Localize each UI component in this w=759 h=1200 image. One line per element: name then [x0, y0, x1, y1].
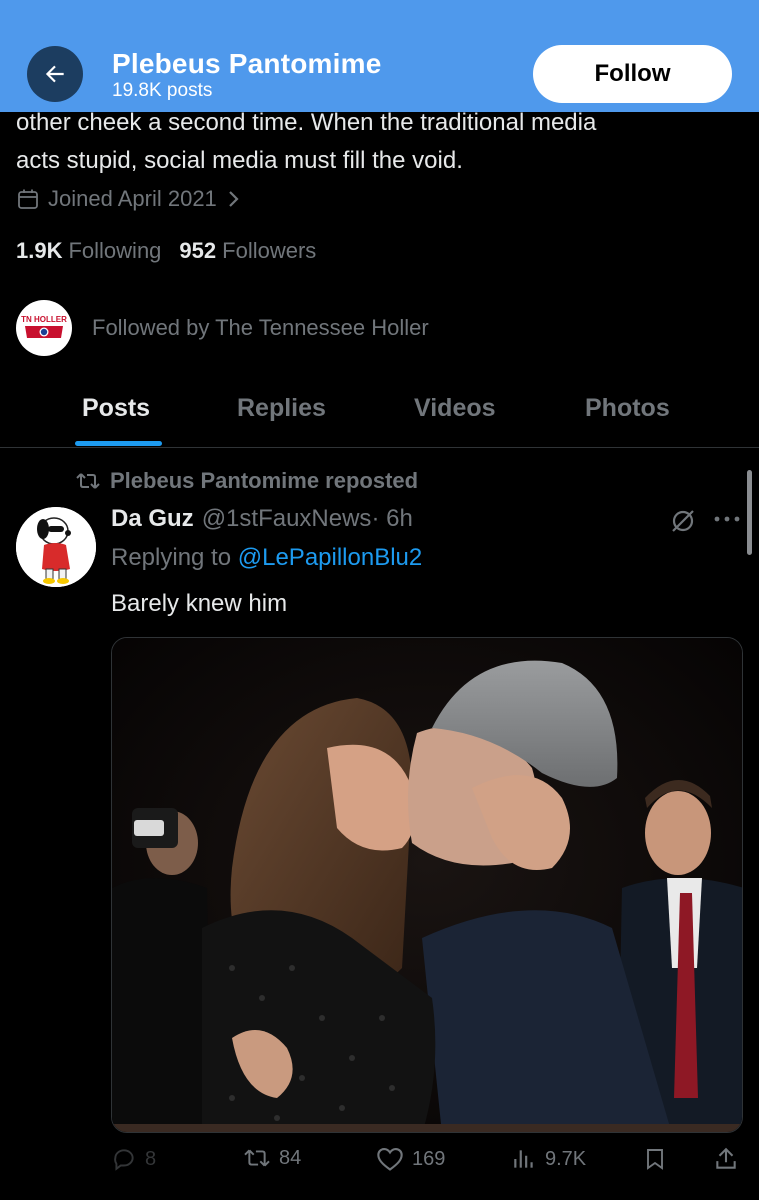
followers-label: Followers — [222, 238, 317, 263]
share-button[interactable] — [713, 1146, 747, 1172]
like-button[interactable]: 169 — [376, 1146, 445, 1172]
repost-icon — [244, 1149, 270, 1167]
followed-by-row[interactable]: TN HOLLER Followed by The Tennessee Holl… — [16, 300, 429, 356]
bookmark-icon — [647, 1149, 663, 1170]
replying-to: Replying to @LePapillonBlu2 — [111, 544, 422, 572]
tab-replies[interactable]: Replies — [237, 394, 326, 423]
views-icon — [514, 1150, 533, 1168]
following-count: 1.9K — [16, 238, 63, 263]
tab-videos[interactable]: Videos — [414, 394, 496, 423]
joined-date-row[interactable]: Joined April 2021 — [16, 186, 249, 212]
share-icon — [716, 1147, 736, 1169]
grok-icon[interactable] — [668, 506, 698, 536]
scrollbar-thumb[interactable] — [747, 470, 752, 555]
following-label: Following — [68, 238, 162, 263]
post-photo[interactable] — [111, 637, 743, 1133]
post-time: · 6h — [371, 505, 413, 532]
repost-icon — [76, 473, 100, 489]
joined-date: Joined April 2021 — [48, 186, 217, 211]
header-post-count: 19.8K posts — [112, 80, 213, 101]
post-actions: 8 84 169 9.7K — [111, 1146, 743, 1182]
followers-count: 952 — [179, 238, 217, 263]
calendar-icon — [18, 189, 38, 209]
post-header: Da Guz @1stFauxNews · 6h — [111, 505, 413, 533]
repost-count: 84 — [279, 1146, 302, 1169]
more-icon[interactable] — [712, 512, 742, 526]
author-avatar[interactable] — [16, 507, 96, 587]
followed-by-text: Followed by The Tennessee Holler — [92, 315, 429, 340]
view-count: 9.7K — [545, 1147, 587, 1170]
tab-posts[interactable]: Posts — [82, 394, 150, 423]
back-button[interactable] — [27, 46, 83, 102]
repost-indicator[interactable]: Plebeus Pantomime reposted — [76, 468, 418, 494]
active-tab-indicator — [75, 441, 162, 446]
chevron-right-icon — [229, 191, 239, 207]
author-handle[interactable]: @1stFauxNews — [202, 505, 372, 533]
bio-line: acts stupid, social media must fill the … — [16, 147, 463, 174]
profile-tabs: Posts Replies Videos Photos — [0, 378, 759, 448]
repost-button[interactable]: 84 — [243, 1146, 301, 1170]
like-icon — [377, 1148, 403, 1171]
author-name[interactable]: Da Guz — [111, 505, 194, 533]
profile-header: Plebeus Pantomime 19.8K posts Follow — [0, 0, 759, 112]
profile-bio: other cheek a second time. When the trad… — [16, 104, 736, 180]
replying-prefix: Replying to — [111, 544, 232, 571]
reply-button[interactable]: 8 — [111, 1146, 156, 1172]
reply-count: 8 — [145, 1147, 157, 1170]
reply-icon — [114, 1149, 134, 1171]
like-count: 169 — [412, 1147, 446, 1170]
repost-text: Plebeus Pantomime reposted — [110, 468, 419, 493]
tn-holler-avatar: TN HOLLER — [16, 300, 72, 356]
followers-link[interactable]: 952 Followers — [179, 238, 316, 264]
replying-to-mention[interactable]: @LePapillonBlu2 — [238, 544, 423, 571]
back-arrow-icon — [45, 65, 64, 83]
follow-stats: 1.9K Following 952 Followers — [16, 238, 316, 264]
bookmark-button[interactable] — [643, 1146, 675, 1172]
header-profile-name: Plebeus Pantomime — [112, 48, 382, 79]
following-link[interactable]: 1.9K Following — [16, 238, 161, 264]
svg-text:TN HOLLER: TN HOLLER — [21, 315, 67, 324]
post-text: Barely knew him — [111, 590, 288, 617]
follow-button[interactable]: Follow — [533, 45, 732, 103]
views-button[interactable]: 9.7K — [511, 1146, 586, 1172]
tab-photos[interactable]: Photos — [585, 394, 670, 423]
